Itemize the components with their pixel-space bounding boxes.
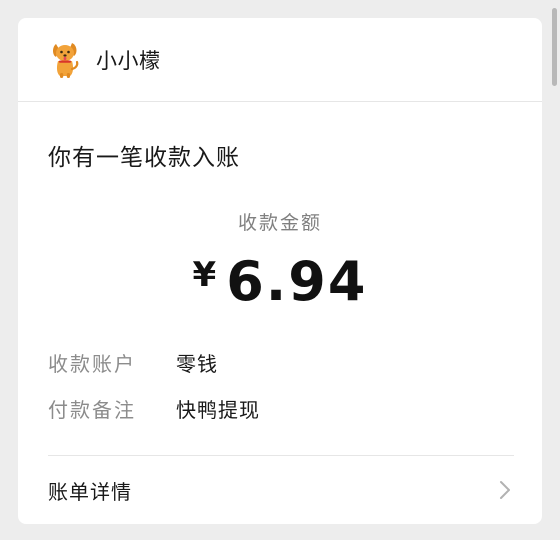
- payment-notice-card: 小小檬 你有一笔收款入账 收款金额 ¥6.94 收款账户 零钱 付款备注 快鸭提…: [18, 18, 542, 524]
- dog-mascot-icon: [53, 42, 79, 78]
- detail-value: 快鸭提现: [176, 398, 260, 422]
- amount-value: 6.94: [226, 250, 368, 313]
- amount-display: ¥6.94: [18, 250, 542, 313]
- scrollbar[interactable]: [552, 8, 557, 86]
- card-header[interactable]: 小小檬: [18, 18, 542, 102]
- detail-label: 付款备注: [48, 398, 136, 422]
- detail-row-remark: 付款备注 快鸭提现: [48, 394, 260, 423]
- detail-row-account: 收款账户 零钱: [48, 348, 218, 377]
- detail-label: 收款账户: [48, 352, 136, 376]
- bill-details-link[interactable]: 账单详情: [18, 456, 542, 524]
- notice-title: 你有一笔收款入账: [48, 145, 240, 171]
- detail-value: 零钱: [176, 352, 218, 376]
- bill-details-label: 账单详情: [48, 479, 132, 504]
- currency-symbol: ¥: [192, 255, 217, 295]
- amount-label: 收款金额: [237, 212, 322, 234]
- app-name: 小小檬: [96, 48, 161, 73]
- chevron-right-icon: [500, 481, 510, 499]
